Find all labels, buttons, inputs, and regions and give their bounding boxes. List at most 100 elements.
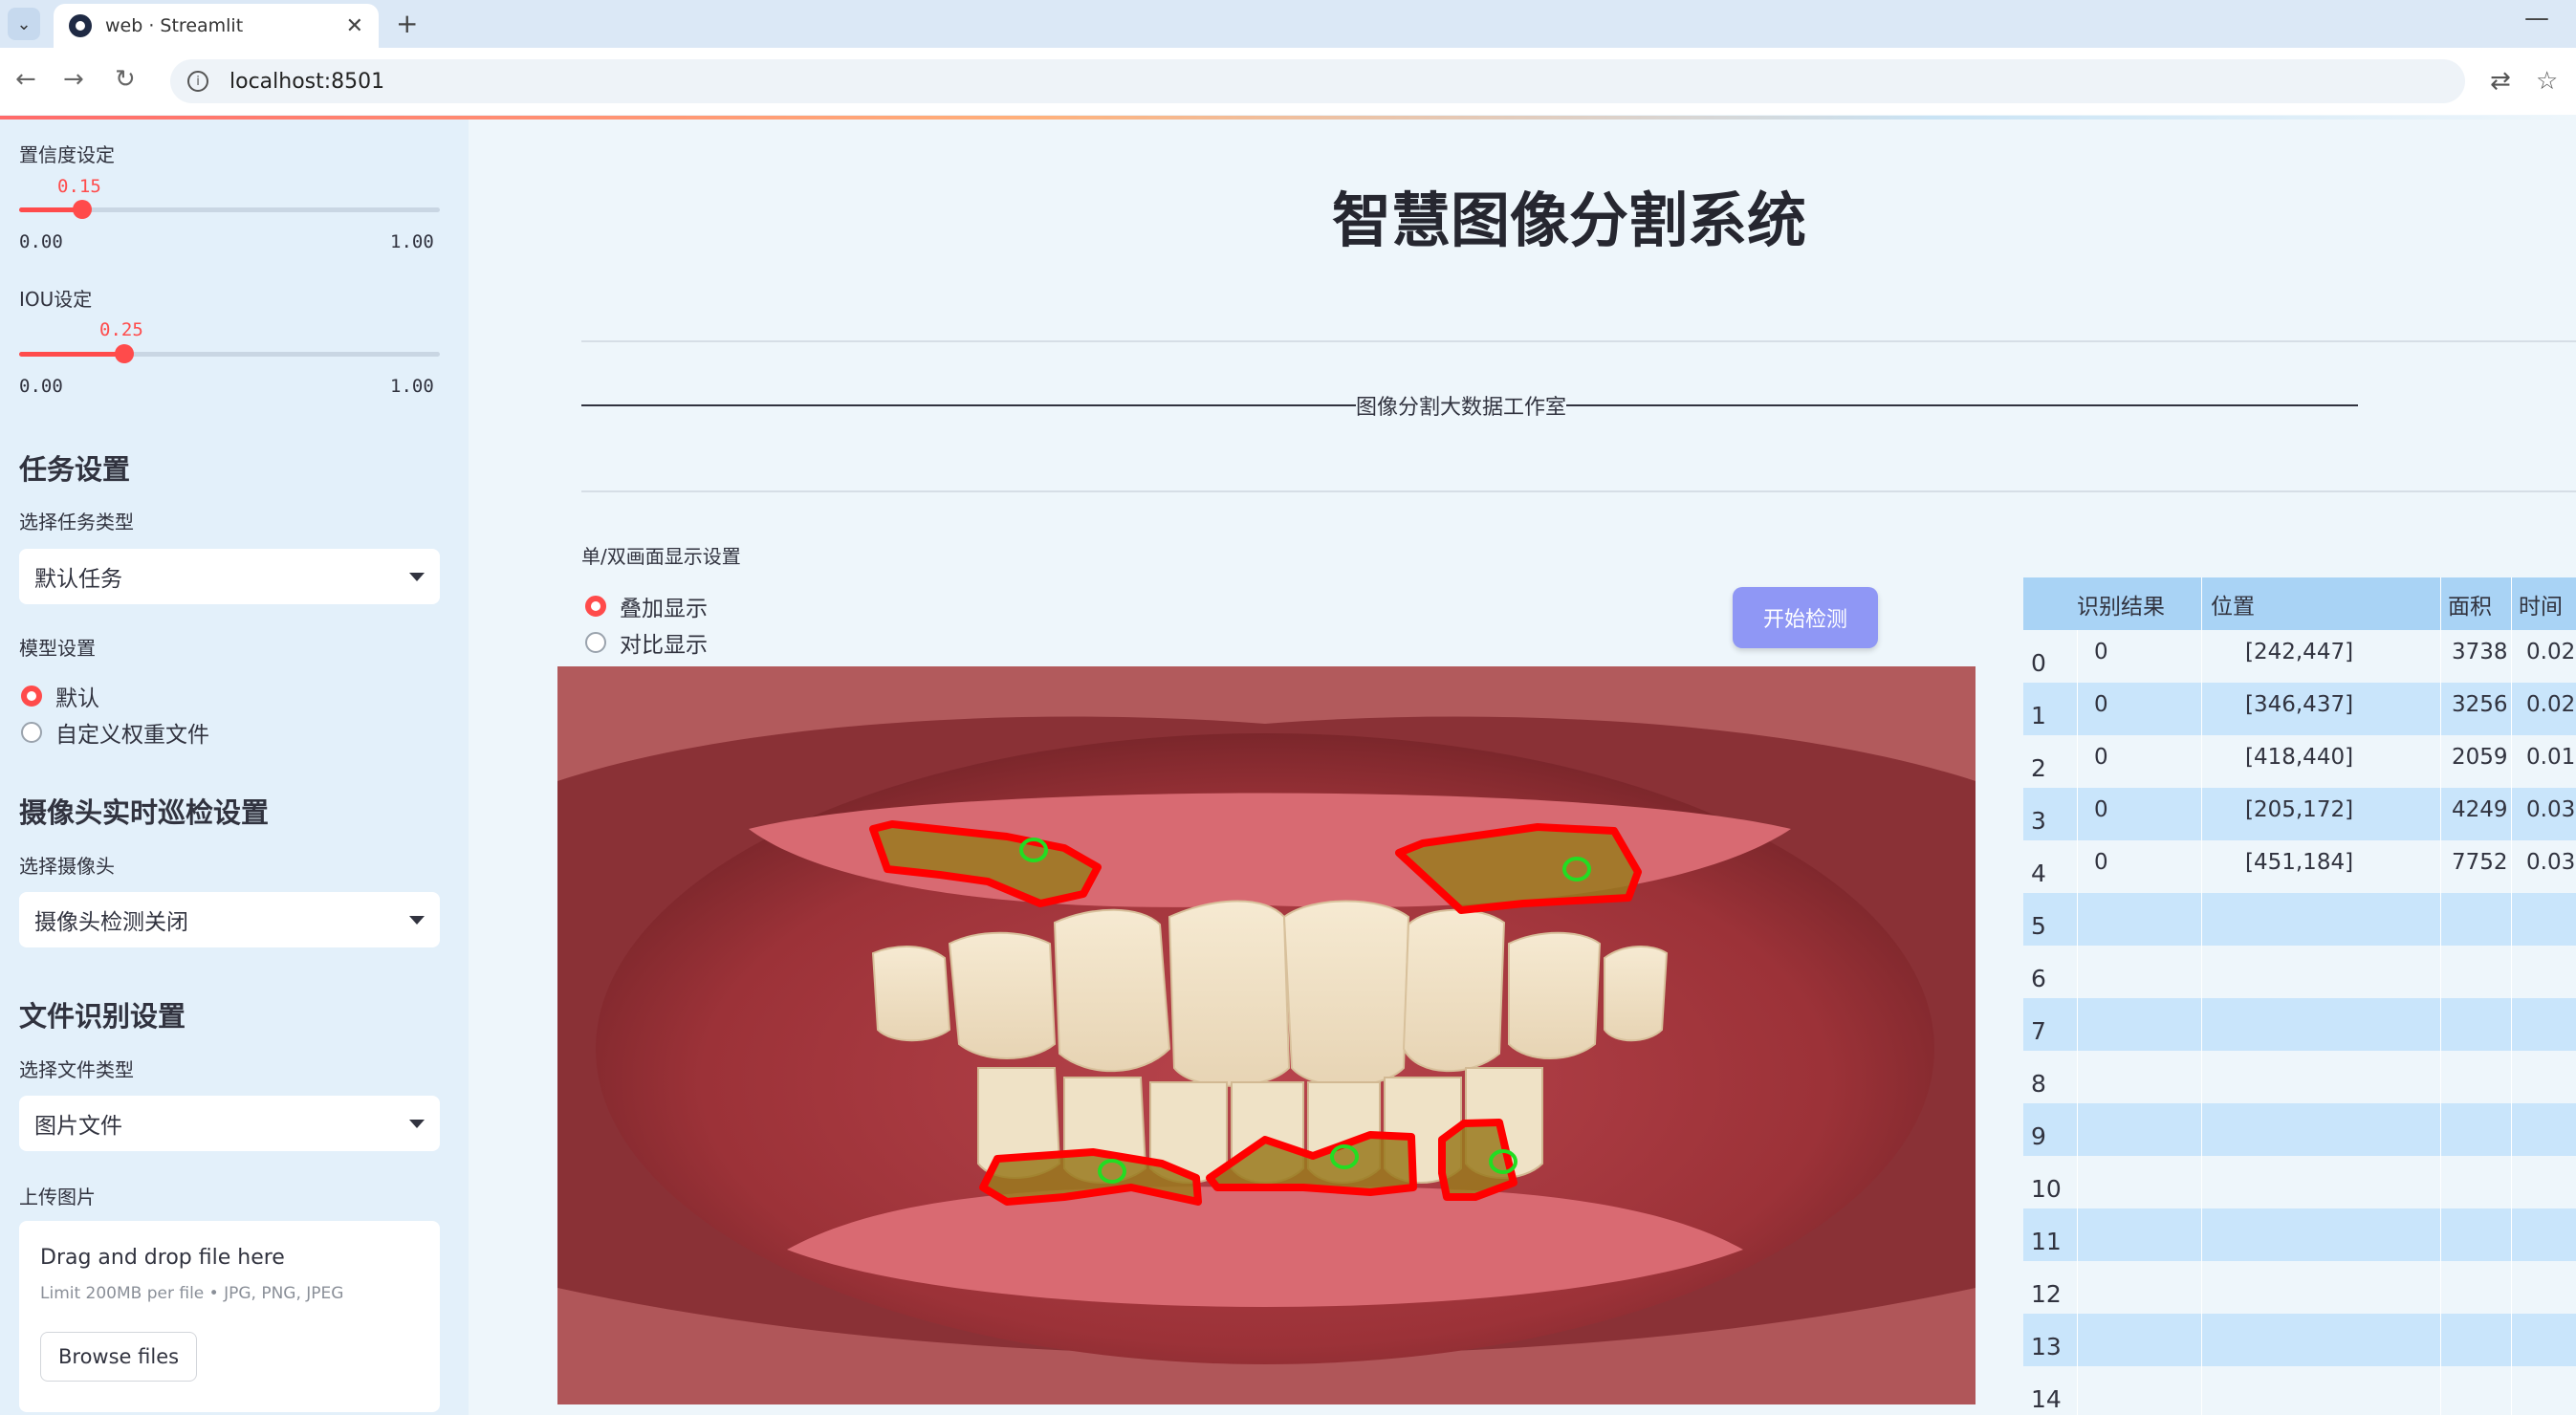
table-row[interactable]: 0 0 [242,447] 3738 0.02 <box>2023 630 2576 683</box>
iou-slider-thumb[interactable] <box>115 344 134 363</box>
table-header-row: 识别结果 位置 面积 时间 <box>2023 577 2576 630</box>
row-index: 2 <box>2031 754 2046 782</box>
column-divider <box>2201 998 2202 1051</box>
column-divider <box>2201 840 2202 893</box>
new-tab-icon[interactable]: + <box>396 8 418 39</box>
column-divider <box>2077 1103 2078 1156</box>
cell-position: [346,437] <box>2245 691 2354 717</box>
table-row[interactable]: 1 0 [346,437] 3256 0.02 <box>2023 683 2576 735</box>
divider <box>581 490 2576 492</box>
table-row[interactable]: 9 <box>2023 1103 2576 1156</box>
browse-files-button[interactable]: Browse files <box>40 1332 198 1382</box>
column-divider <box>2077 840 2078 893</box>
column-divider <box>2201 946 2202 998</box>
column-divider <box>2440 998 2441 1051</box>
column-divider <box>2440 1261 2441 1314</box>
radio-unselected-icon <box>585 632 606 653</box>
translate-icon[interactable]: ⇄ <box>2490 67 2511 96</box>
row-index: 13 <box>2031 1333 2062 1361</box>
task-type-value: 默认任务 <box>34 567 122 592</box>
task-type-select[interactable]: 默认任务 <box>19 549 440 604</box>
iou-slider[interactable] <box>19 344 440 363</box>
file-dropzone[interactable]: Drag and drop file here Limit 200MB per … <box>19 1221 440 1412</box>
column-divider <box>2201 735 2202 788</box>
cell-area: 7752 <box>2452 849 2508 875</box>
browser-tab[interactable]: web · Streamlit ✕ <box>54 4 379 48</box>
chevron-down-icon <box>409 1119 425 1128</box>
table-row[interactable]: 8 <box>2023 1051 2576 1103</box>
cell-position: [242,447] <box>2245 639 2354 664</box>
column-divider <box>2077 1261 2078 1314</box>
column-divider <box>2440 1156 2441 1208</box>
cell-result: 0 <box>2094 744 2108 770</box>
column-divider <box>2201 1156 2202 1208</box>
chevron-down-icon <box>409 915 425 925</box>
studio-text: 图像分割大数据工作室 <box>1356 396 1567 420</box>
minimize-icon[interactable]: — <box>2524 4 2549 33</box>
column-divider <box>2077 1156 2078 1208</box>
banner-dash-right <box>1566 404 2359 406</box>
column-divider <box>2440 893 2441 946</box>
model-option-default[interactable]: 默认 <box>21 680 99 712</box>
bookmark-star-icon[interactable]: ☆ <box>2536 67 2558 96</box>
header-area: 面积 <box>2448 594 2492 620</box>
table-row[interactable]: 11 <box>2023 1208 2576 1261</box>
chevron-down-icon <box>409 572 425 581</box>
table-row[interactable]: 6 <box>2023 946 2576 998</box>
camera-select[interactable]: 摄像头检测关闭 <box>19 892 440 947</box>
row-index: 1 <box>2031 702 2046 729</box>
column-divider <box>2440 788 2441 840</box>
table-row[interactable]: 4 0 [451,184] 7752 0.03 <box>2023 840 2576 893</box>
table-row[interactable]: 14 <box>2023 1366 2576 1415</box>
row-index: 4 <box>2031 860 2046 887</box>
row-index: 10 <box>2031 1175 2062 1203</box>
camera-select-value: 摄像头检测关闭 <box>34 910 188 935</box>
row-index: 14 <box>2031 1385 2062 1413</box>
column-divider <box>2077 893 2078 946</box>
site-info-icon[interactable]: i <box>187 71 208 92</box>
table-row[interactable]: 13 <box>2023 1314 2576 1366</box>
cell-area: 2059 <box>2452 744 2508 770</box>
cell-time: 0.03 <box>2526 849 2576 875</box>
table-row[interactable]: 12 <box>2023 1261 2576 1314</box>
column-divider <box>2440 577 2441 630</box>
file-type-select[interactable]: 图片文件 <box>19 1096 440 1151</box>
column-divider <box>2440 1366 2441 1415</box>
row-index: 7 <box>2031 1017 2046 1045</box>
column-divider <box>2511 788 2512 840</box>
url-field[interactable]: i localhost:8501 <box>170 59 2465 103</box>
column-divider <box>2440 1208 2441 1261</box>
upload-label: 上传图片 <box>19 1186 96 1208</box>
column-divider <box>2511 735 2512 788</box>
back-arrow-icon[interactable]: ← <box>15 65 36 94</box>
confidence-value: 0.15 <box>57 176 101 197</box>
display-option-overlay[interactable]: 叠加显示 <box>585 590 708 622</box>
column-divider <box>2440 735 2441 788</box>
task-settings-header: 任务设置 <box>19 453 131 486</box>
start-detection-button[interactable]: 开始检测 <box>1733 587 1878 648</box>
column-divider <box>2201 577 2202 630</box>
table-row[interactable]: 7 <box>2023 998 2576 1051</box>
tab-close-icon[interactable]: ✕ <box>346 14 363 38</box>
confidence-min: 0.00 <box>19 231 63 252</box>
dropzone-instructions: Drag and drop file here <box>40 1246 285 1270</box>
table-row[interactable]: 2 0 [418,440] 2059 0.01 <box>2023 735 2576 788</box>
header-result: 识别结果 <box>2077 594 2165 620</box>
confidence-slider-thumb[interactable] <box>73 200 92 219</box>
reload-icon[interactable]: ↻ <box>115 65 136 94</box>
table-row[interactable]: 3 0 [205,172] 4249 0.03 <box>2023 788 2576 840</box>
forward-arrow-icon[interactable]: → <box>63 65 84 94</box>
model-option-custom-weights[interactable]: 自定义权重文件 <box>21 716 209 749</box>
table-row[interactable]: 10 <box>2023 1156 2576 1208</box>
table-row[interactable]: 5 <box>2023 893 2576 946</box>
radio-selected-icon <box>585 596 606 617</box>
column-divider <box>2511 1208 2512 1261</box>
column-divider <box>2201 1261 2202 1314</box>
display-option-compare[interactable]: 对比显示 <box>585 626 708 659</box>
row-index: 6 <box>2031 965 2046 992</box>
column-divider <box>2440 683 2441 735</box>
column-divider <box>2201 1208 2202 1261</box>
cell-position: [205,172] <box>2245 796 2354 822</box>
confidence-slider[interactable] <box>19 200 440 219</box>
tab-search-chevron-icon[interactable]: ⌄ <box>8 8 40 40</box>
